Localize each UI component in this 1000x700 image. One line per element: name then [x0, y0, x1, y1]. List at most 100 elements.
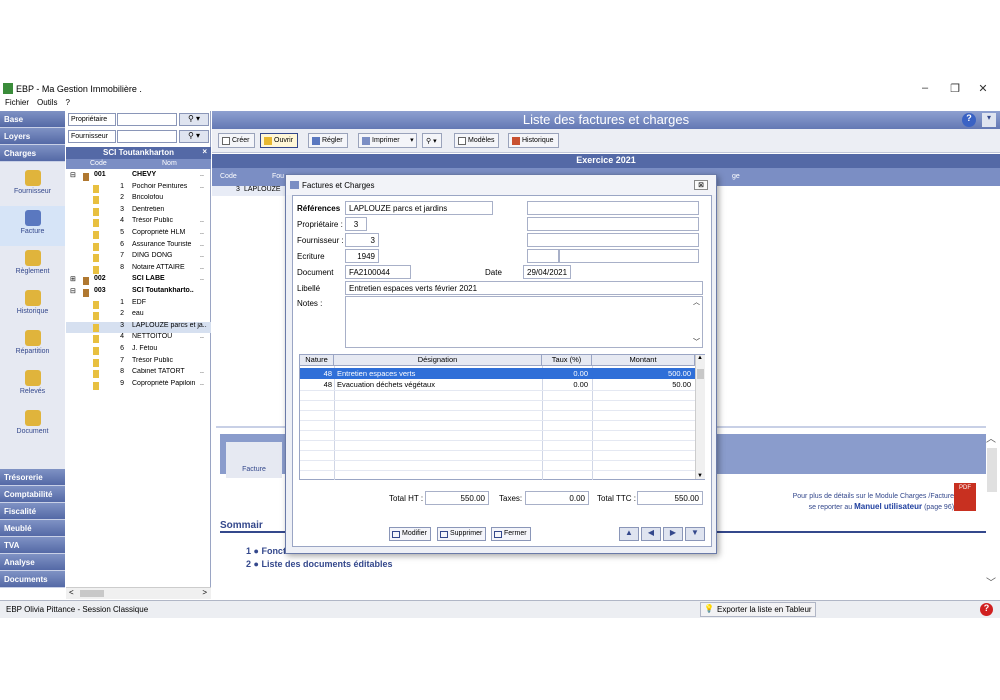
- grid-scrollbar[interactable]: ▲ ▼: [695, 355, 705, 479]
- nav-group-tva[interactable]: TVA: [0, 537, 65, 554]
- proprietaire-field[interactable]: 3: [345, 217, 367, 231]
- fournisseur-field[interactable]: 3: [345, 233, 379, 247]
- tree-close-icon[interactable]: ×: [202, 147, 207, 156]
- fournisseur-input[interactable]: [117, 130, 177, 143]
- table-row[interactable]: 3 LAPLOUZE: [212, 186, 292, 196]
- references-extra-field-2[interactable]: [527, 217, 699, 231]
- nav-item-facture[interactable]: Facture: [0, 206, 65, 246]
- proprietaire-input[interactable]: [117, 113, 177, 126]
- tree-group-row[interactable]: ⊞ 002 SCI LABE..: [66, 275, 211, 287]
- help-icon[interactable]: ?: [980, 603, 993, 616]
- grid-col-taux[interactable]: Taux (%): [542, 355, 592, 366]
- tree-item-row[interactable]: 9 Copropriété Papiloin..: [66, 380, 211, 392]
- nav-group-fiscalite[interactable]: Fiscalité: [0, 503, 65, 520]
- grid-row[interactable]: 48 Evacuation déchets végétaux 0.00 50.00: [300, 379, 695, 390]
- references-extra-field-5[interactable]: [559, 249, 699, 263]
- nav-last-button[interactable]: ▼: [685, 527, 705, 541]
- modify-button[interactable]: Modifier: [389, 527, 431, 541]
- nav-item-document[interactable]: Document: [0, 406, 65, 446]
- menu-outils[interactable]: Outils: [37, 98, 57, 107]
- references-extra-field-1[interactable]: [527, 201, 699, 215]
- chevron-down-icon[interactable]: ▾: [982, 113, 996, 127]
- nav-group-comptabilite[interactable]: Comptabilité: [0, 486, 65, 503]
- tree-group-row[interactable]: ⊟ 001 CHEVY..: [66, 171, 211, 183]
- list-col-right[interactable]: ge: [732, 173, 740, 180]
- tree-item-row[interactable]: 4 Trésor Public..: [66, 217, 211, 229]
- list-col-code[interactable]: Code: [220, 173, 237, 180]
- list-col-fournisseur[interactable]: Fou: [272, 173, 284, 180]
- grid-col-nature[interactable]: Nature: [300, 355, 334, 366]
- nav-item-repartition[interactable]: Répartition: [0, 326, 65, 366]
- notes-field[interactable]: ︿ ﹀: [345, 296, 703, 348]
- expand-toggle-icon[interactable]: ⊞: [70, 275, 76, 283]
- tree-item-row[interactable]: 2 Bricolofou: [66, 194, 211, 206]
- nav-item-releves[interactable]: Relevés: [0, 366, 65, 406]
- manual-link[interactable]: Manuel utilisateur: [854, 502, 922, 511]
- regler-button[interactable]: Régler: [308, 133, 348, 148]
- nav-group-loyers[interactable]: Loyers: [0, 128, 65, 145]
- create-button[interactable]: Créer: [218, 133, 255, 148]
- close-window-button[interactable]: ✕: [968, 82, 998, 96]
- search-dropdown-button[interactable]: ⚲ ▾: [422, 133, 442, 148]
- delete-button[interactable]: Supprimer: [437, 527, 487, 541]
- nav-group-analyse[interactable]: Analyse: [0, 554, 65, 571]
- nav-next-button[interactable]: ▶: [663, 527, 683, 541]
- tree-item-row[interactable]: 1 Pochoir Peintures..: [66, 183, 211, 195]
- minimize-button[interactable]: –: [910, 82, 940, 96]
- tree-item-row[interactable]: 6 Assurance Touriste..: [66, 241, 211, 253]
- nav-item-reglement[interactable]: Règlement: [0, 246, 65, 286]
- nav-previous-button[interactable]: ◀: [641, 527, 661, 541]
- export-spreadsheet-button[interactable]: 💡 Exporter la liste en Tableur: [700, 602, 816, 617]
- nav-first-button[interactable]: ▲: [619, 527, 639, 541]
- tree-item-row[interactable]: 7 DING DONG..: [66, 252, 211, 264]
- tree-item-row[interactable]: 6 J. Fétou: [66, 345, 211, 357]
- tree-item-row[interactable]: 7 Trésor Public: [66, 357, 211, 369]
- sommaire-link-1[interactable]: 1 ● Fonct: [246, 546, 286, 556]
- col-nom[interactable]: Nom: [162, 160, 177, 167]
- references-extra-field-4[interactable]: [527, 249, 559, 263]
- grid-col-designation[interactable]: Désignation: [334, 355, 542, 366]
- panel-vertical-scrollbar[interactable]: ︿ ﹀: [986, 430, 998, 590]
- open-button[interactable]: Ouvrir: [260, 133, 299, 148]
- search-icon[interactable]: ⚲ ▾: [179, 130, 209, 143]
- tree-item-row[interactable]: 8 Cabinet TATORT..: [66, 368, 211, 380]
- print-button[interactable]: Imprimer ▾: [358, 133, 417, 148]
- nav-group-base[interactable]: Base: [0, 111, 65, 128]
- tree-group-row[interactable]: ⊟ 003 SCI Toutankharto..: [66, 287, 211, 299]
- maximize-button[interactable]: ❐: [940, 82, 970, 96]
- libelle-field[interactable]: Entretien espaces verts février 2021: [345, 281, 703, 295]
- dialog-close-button[interactable]: ⊠: [694, 180, 708, 190]
- menu-help[interactable]: ?: [65, 98, 69, 107]
- tree-item-row[interactable]: 4 NETTOITOU..: [66, 333, 211, 345]
- help-icon[interactable]: ?: [962, 113, 976, 127]
- tree-item-row[interactable]: 5 Copropriété HLM..: [66, 229, 211, 241]
- nav-group-documents[interactable]: Documents: [0, 571, 65, 588]
- grid-col-montant[interactable]: Montant: [592, 355, 695, 366]
- document-field[interactable]: FA2100044: [345, 265, 411, 279]
- references-field[interactable]: LAPLOUZE parcs et jardins: [345, 201, 493, 215]
- pdf-icon[interactable]: PDF: [954, 483, 976, 511]
- tree-item-row[interactable]: 3 LAPLOUZE parcs et ja..: [66, 321, 211, 334]
- history-button[interactable]: Historique: [508, 133, 559, 148]
- nav-item-historique[interactable]: Historique: [0, 286, 65, 326]
- tree-item-row[interactable]: 8 Notaire ATTAIRE..: [66, 264, 211, 276]
- tree-item-row[interactable]: 2 eau: [66, 310, 211, 322]
- grid-row[interactable]: 48 Entretien espaces verts 0.00 500.00: [300, 368, 695, 379]
- references-extra-field-3[interactable]: [527, 233, 699, 247]
- search-icon[interactable]: ⚲ ▾: [179, 113, 209, 126]
- expand-toggle-icon[interactable]: ⊟: [70, 287, 76, 295]
- nav-item-fournisseur[interactable]: Fournisseur: [0, 166, 65, 206]
- nav-group-charges[interactable]: Charges: [0, 145, 65, 162]
- models-button[interactable]: Modèles: [454, 133, 500, 148]
- tree-horizontal-scrollbar[interactable]: < >: [66, 587, 211, 599]
- date-field[interactable]: 29/04/2021: [523, 265, 571, 279]
- col-code[interactable]: Code: [90, 160, 107, 167]
- tree-item-row[interactable]: 3 Dentretien: [66, 206, 211, 218]
- tree-item-row[interactable]: 1 EDF: [66, 299, 211, 311]
- sommaire-link-2[interactable]: 2 ● Liste des documents éditables: [246, 559, 392, 569]
- close-button[interactable]: Fermer: [491, 527, 531, 541]
- expand-toggle-icon[interactable]: ⊟: [70, 171, 76, 179]
- nav-group-tresorerie[interactable]: Trésorerie: [0, 469, 65, 486]
- menu-fichier[interactable]: Fichier: [5, 98, 29, 107]
- chevron-down-icon[interactable]: ▾: [410, 136, 414, 144]
